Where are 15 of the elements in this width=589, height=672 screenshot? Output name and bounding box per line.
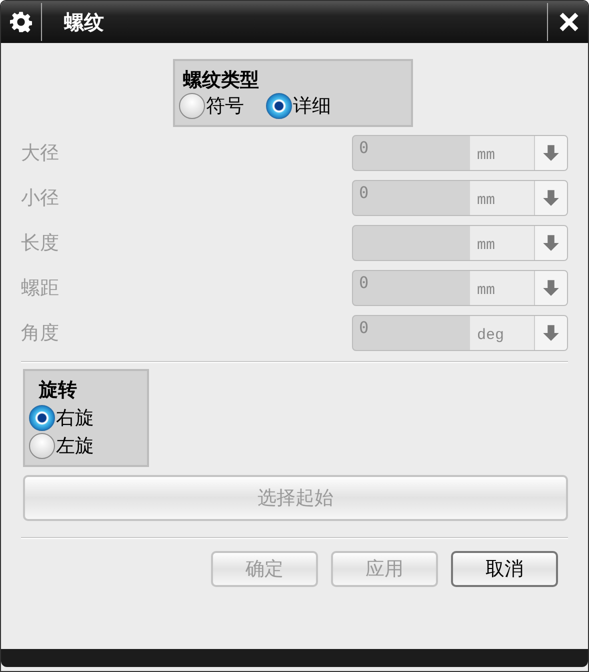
window-title: 螺纹 [64, 8, 104, 36]
dialog-button[interactable]: 取消 [451, 551, 558, 587]
field-label: 长度 [21, 231, 59, 256]
field-label: 角度 [21, 321, 59, 346]
field-label: 螺距 [21, 276, 59, 301]
radio-option[interactable]: 右旋 [29, 405, 139, 431]
radio-option[interactable]: 符号 [179, 93, 244, 119]
close-icon[interactable] [558, 11, 580, 33]
settings-icon[interactable] [10, 11, 32, 33]
field-label: 小径 [21, 186, 59, 211]
group-title: 旋转 [39, 378, 78, 403]
radio-option[interactable]: 左旋 [29, 433, 139, 459]
radio-option[interactable]: 详细 [266, 93, 331, 119]
field-label: 大径 [21, 141, 59, 166]
group-title: 螺纹类型 [183, 68, 260, 93]
